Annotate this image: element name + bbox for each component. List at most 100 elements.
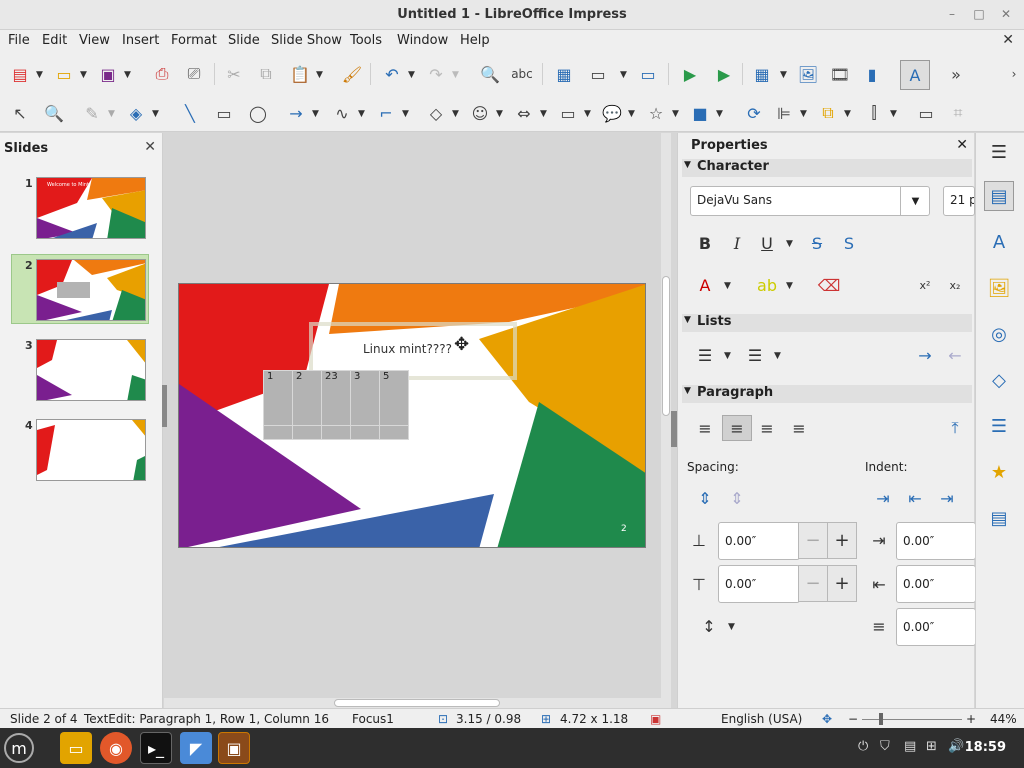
styles-tab-icon[interactable]: A (984, 227, 1014, 257)
clipboard-icon[interactable]: ▤ (904, 739, 916, 754)
menu-slide[interactable]: Slide (228, 33, 260, 48)
shield-icon[interactable]: ⛉ (880, 739, 890, 754)
rectangle-icon[interactable]: ▭ (212, 101, 236, 125)
close-window-button[interactable]: ✕ (998, 6, 1014, 22)
image-icon[interactable]: 🖼 (796, 62, 820, 86)
above-spacing-field[interactable]: 0.00″ (718, 522, 800, 560)
increase-spacing-icon[interactable]: ⇕ (694, 487, 716, 509)
lists-section-header[interactable]: Lists (682, 314, 972, 332)
fill-color-icon[interactable]: ◈ (124, 101, 148, 125)
align-left-icon[interactable]: ≡ (694, 417, 716, 439)
above-spacing-increase-button[interactable]: + (827, 522, 857, 559)
font-color-dropdown-icon[interactable]: ▼ (724, 281, 731, 291)
basic-shapes-icon[interactable]: ◇ (424, 101, 448, 125)
grid-icon[interactable]: ▦ (552, 62, 576, 86)
current-slide[interactable]: Linux mint???? ✥ 1 2 23 3 5 2 (178, 283, 646, 548)
vertical-scroll-thumb[interactable] (662, 276, 670, 416)
print-icon[interactable]: ⎚ (182, 62, 206, 86)
stars-dropdown-icon[interactable]: ▼ (672, 109, 679, 119)
spelling-icon[interactable]: abc (510, 62, 534, 86)
new-icon[interactable]: ▤ (8, 62, 32, 86)
flowchart-dropdown-icon[interactable]: ▼ (584, 109, 591, 119)
connectors-icon[interactable]: ⌐ (374, 101, 398, 125)
promote-icon[interactable]: ← (944, 344, 966, 366)
curves-icon[interactable]: ∿ (330, 101, 354, 125)
menu-slide-show[interactable]: Slide Show (271, 33, 342, 48)
display-views-icon[interactable]: ▭ (586, 62, 610, 86)
basic-shapes-dropdown-icon[interactable]: ▼ (452, 109, 459, 119)
ellipse-icon[interactable]: ◯ (246, 101, 270, 125)
display-views-dropdown-icon[interactable]: ▼ (620, 70, 627, 80)
paragraph-section-header[interactable]: Paragraph (682, 385, 972, 403)
unordered-list-dropdown-icon[interactable]: ▼ (724, 351, 731, 361)
sidebar-menu-icon[interactable]: ☰ (984, 137, 1014, 167)
highlight-dropdown-icon[interactable]: ▼ (786, 281, 793, 291)
export-pdf-icon[interactable]: ⎙ (150, 62, 174, 86)
flowchart-icon[interactable]: ▭ (556, 101, 580, 125)
slide-canvas[interactable]: Linux mint???? ✥ 1 2 23 3 5 2 (162, 133, 661, 698)
copy-icon[interactable]: ⧉ (254, 62, 278, 86)
font-name-field[interactable]: DejaVu Sans (690, 186, 930, 216)
start-current-slide-icon[interactable]: ▶ (712, 62, 736, 86)
underline-icon[interactable]: U (756, 232, 778, 254)
justify-icon[interactable]: ≡ (788, 417, 810, 439)
font-name-dropdown-icon[interactable]: ▼ (900, 186, 930, 216)
master-slides-tab-icon[interactable]: ▤ (984, 503, 1014, 533)
slide-thumbnail-4[interactable] (36, 419, 146, 481)
slides-pane-splitter[interactable] (162, 385, 167, 427)
slide-thumbnail-1[interactable]: Welcome to Mint (36, 177, 146, 239)
ordered-list-dropdown-icon[interactable]: ▼ (774, 351, 781, 361)
arrange-icon[interactable]: ⧉ (816, 101, 840, 125)
firefox-icon[interactable]: ◉ (100, 732, 132, 764)
underline-dropdown-icon[interactable]: ▼ (786, 239, 793, 249)
superscript-icon[interactable]: x² (914, 274, 936, 296)
toolbar-overflow-icon[interactable]: › (1002, 62, 1024, 86)
shapes-tab-icon[interactable]: ◇ (984, 365, 1014, 395)
horizontal-scrollbar[interactable] (164, 698, 671, 708)
menu-tools[interactable]: Tools (350, 33, 382, 48)
below-spacing-decrease-button[interactable]: − (798, 565, 828, 602)
vertical-scrollbar[interactable] (661, 133, 677, 698)
lines-arrows-icon[interactable]: → (284, 101, 308, 125)
menu-edit[interactable]: Edit (42, 33, 67, 48)
table-dropdown-icon[interactable]: ▼ (780, 70, 787, 80)
line-color-icon[interactable]: ✎ (80, 101, 104, 125)
line-spacing-icon[interactable]: ↕ (698, 615, 720, 637)
below-spacing-increase-button[interactable]: + (827, 565, 857, 602)
chart-icon[interactable]: ▮ (860, 62, 884, 86)
table-cell[interactable] (350, 425, 380, 440)
align-top-icon[interactable]: ⤒ (944, 417, 966, 439)
paste-icon[interactable]: 📋 (288, 62, 312, 86)
horizontal-scroll-thumb[interactable] (334, 699, 500, 707)
slide-thumbnail-3[interactable] (36, 339, 146, 401)
align-right-icon[interactable]: ≡ (756, 417, 778, 439)
navigator-tab-icon[interactable]: ◎ (984, 319, 1014, 349)
decrease-spacing-icon[interactable]: ⇕ (726, 487, 748, 509)
language-status[interactable]: English (USA) (721, 712, 802, 726)
table-cell[interactable]: 23 (321, 370, 351, 426)
start-first-slide-icon[interactable]: ▶ (678, 62, 702, 86)
font-color-icon[interactable]: A (694, 274, 716, 296)
table-cell[interactable]: 5 (379, 370, 409, 426)
zoom-in-button[interactable]: + (966, 712, 976, 726)
distribute-dropdown-icon[interactable]: ▼ (890, 109, 897, 119)
network-icon[interactable]: ⊞ (926, 739, 937, 754)
close-document-icon[interactable]: ✕ (1002, 32, 1014, 48)
table-cell[interactable]: 3 (350, 370, 380, 426)
document-modified-icon[interactable]: ▣ (650, 712, 661, 726)
symbol-shapes-dropdown-icon[interactable]: ▼ (496, 109, 503, 119)
line-color-dropdown-icon[interactable]: ▼ (108, 109, 115, 119)
zoom-out-button[interactable]: − (848, 712, 858, 726)
open-dropdown-icon[interactable]: ▼ (80, 70, 87, 80)
character-section-header[interactable]: Character (682, 159, 972, 177)
bold-icon[interactable]: B (694, 232, 716, 254)
3d-objects-dropdown-icon[interactable]: ▼ (716, 109, 723, 119)
font-size-field[interactable]: 21 pt (943, 186, 975, 216)
new-dropdown-icon[interactable]: ▼ (36, 70, 43, 80)
ordered-list-icon[interactable]: ☰ (744, 344, 766, 366)
rotate-icon[interactable]: ⟳ (742, 101, 766, 125)
fit-slide-icon[interactable]: ✥ (822, 712, 832, 726)
slide-text-box[interactable]: Linux mint???? (363, 342, 452, 356)
align-center-icon[interactable]: ≡ (722, 415, 752, 441)
clone-formatting-icon[interactable]: 🖌 (340, 62, 364, 86)
